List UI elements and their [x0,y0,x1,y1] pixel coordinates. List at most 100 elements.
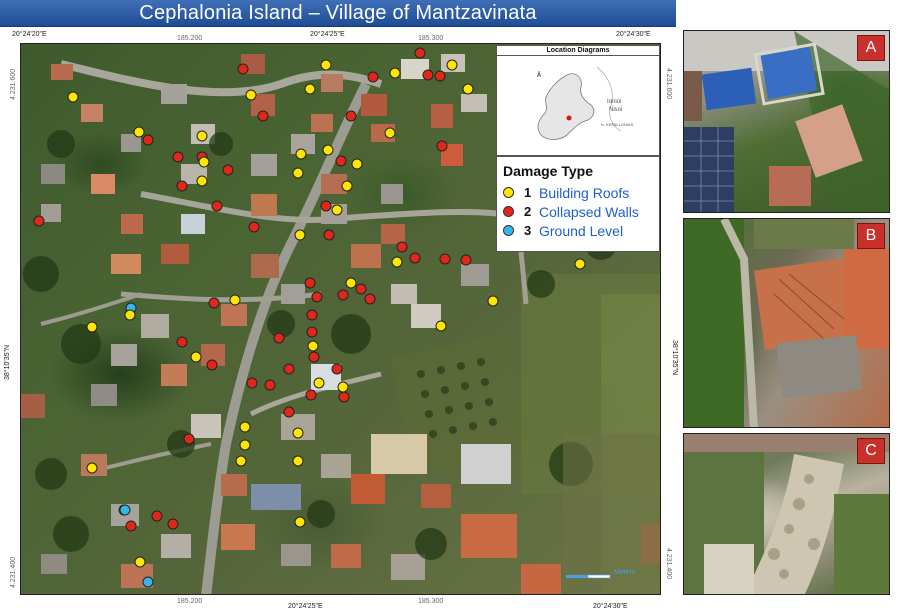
marker-collapsed-wall[interactable] [306,326,318,338]
marker-collapsed-wall[interactable] [283,406,295,418]
marker-building-roof[interactable] [124,309,136,321]
marker-building-roof[interactable] [67,91,79,103]
legend-num: 3 [524,223,532,238]
marker-building-roof[interactable] [134,556,146,568]
legend-label: Building Roofs [539,184,630,201]
marker-collapsed-wall[interactable] [345,110,357,122]
marker-building-roof[interactable] [389,67,401,79]
marker-building-roof[interactable] [351,158,363,170]
marker-building-roof[interactable] [190,351,202,363]
marker-building-roof[interactable] [294,516,306,528]
marker-collapsed-wall[interactable] [338,391,350,403]
marker-collapsed-wall[interactable] [33,215,45,227]
marker-building-roof[interactable] [307,340,319,352]
marker-collapsed-wall[interactable] [305,389,317,401]
coord-bottom-easting-2: 185.300 [418,598,444,605]
location-diagram: Location Diagrams Å Ionioi Nisoi N. KEFA… [496,45,660,156]
legend-title: Damage Type [503,163,593,179]
marker-building-roof[interactable] [462,83,474,95]
marker-collapsed-wall[interactable] [167,518,179,530]
legend-row-building-roofs: 1 Building Roofs [503,183,653,202]
marker-collapsed-wall[interactable] [246,377,258,389]
marker-building-roof[interactable] [196,175,208,187]
marker-building-roof[interactable] [446,59,458,71]
photo-c[interactable]: C [683,433,890,595]
marker-collapsed-wall[interactable] [222,164,234,176]
coord-left-northing-top: 4.231.600 [10,68,17,100]
marker-collapsed-wall[interactable] [460,254,472,266]
marker-collapsed-wall[interactable] [439,253,451,265]
marker-building-roof[interactable] [196,130,208,142]
coord-top-left-lon: 20°24'20"E [12,31,47,38]
marker-building-roof[interactable] [239,421,251,433]
marker-collapsed-wall[interactable] [264,379,276,391]
marker-building-roof[interactable] [341,180,353,192]
marker-building-roof[interactable] [295,148,307,160]
marker-ground-level[interactable] [142,576,154,588]
island-outline: Å [497,57,659,155]
marker-building-roof[interactable] [198,156,210,168]
marker-collapsed-wall[interactable] [151,510,163,522]
marker-building-roof[interactable] [304,83,316,95]
marker-collapsed-wall[interactable] [414,47,426,59]
marker-collapsed-wall[interactable] [434,70,446,82]
marker-collapsed-wall[interactable] [142,134,154,146]
marker-collapsed-wall[interactable] [335,155,347,167]
marker-collapsed-wall[interactable] [396,241,408,253]
marker-collapsed-wall[interactable] [172,151,184,163]
marker-building-roof[interactable] [322,144,334,156]
marker-collapsed-wall[interactable] [176,180,188,192]
marker-building-roof[interactable] [292,427,304,439]
coord-top-right-lon: 20°24'30"E [616,31,651,38]
marker-building-roof[interactable] [229,294,241,306]
marker-building-roof[interactable] [331,204,343,216]
marker-collapsed-wall[interactable] [176,336,188,348]
marker-collapsed-wall[interactable] [311,291,323,303]
photo-b[interactable]: B [683,218,890,428]
marker-building-roof[interactable] [574,258,586,270]
marker-building-roof[interactable] [435,320,447,332]
marker-collapsed-wall[interactable] [422,69,434,81]
marker-collapsed-wall[interactable] [273,332,285,344]
marker-collapsed-wall[interactable] [237,63,249,75]
sea-label-2: Nisoi [609,107,623,113]
marker-collapsed-wall[interactable] [211,200,223,212]
marker-collapsed-wall[interactable] [304,277,316,289]
marker-collapsed-wall[interactable] [308,351,320,363]
marker-collapsed-wall[interactable] [355,283,367,295]
marker-building-roof[interactable] [239,439,251,451]
marker-collapsed-wall[interactable] [320,200,332,212]
photo-a-tag: A [857,35,885,61]
marker-building-roof[interactable] [86,321,98,333]
marker-building-roof[interactable] [86,462,98,474]
marker-building-roof[interactable] [391,256,403,268]
marker-collapsed-wall[interactable] [183,433,195,445]
marker-collapsed-wall[interactable] [248,221,260,233]
marker-collapsed-wall[interactable] [306,309,318,321]
marker-building-roof[interactable] [294,229,306,241]
marker-collapsed-wall[interactable] [367,71,379,83]
marker-collapsed-wall[interactable] [364,293,376,305]
marker-collapsed-wall[interactable] [409,252,421,264]
marker-collapsed-wall[interactable] [337,289,349,301]
marker-collapsed-wall[interactable] [331,363,343,375]
marker-collapsed-wall[interactable] [208,297,220,309]
coord-bottom-lon-1: 20°24'25"E [288,603,323,610]
sea-label-1: Ionioi [607,99,622,105]
marker-collapsed-wall[interactable] [257,110,269,122]
marker-collapsed-wall[interactable] [436,140,448,152]
marker-collapsed-wall[interactable] [206,359,218,371]
marker-building-roof[interactable] [292,455,304,467]
marker-building-roof[interactable] [384,127,396,139]
marker-building-roof[interactable] [292,167,304,179]
marker-building-roof[interactable] [235,455,247,467]
marker-collapsed-wall[interactable] [283,363,295,375]
marker-collapsed-wall[interactable] [323,229,335,241]
marker-building-roof[interactable] [245,89,257,101]
photo-a[interactable]: A [683,30,890,213]
marker-ground-level[interactable] [119,504,131,516]
marker-building-roof[interactable] [487,295,499,307]
marker-building-roof[interactable] [320,59,332,71]
marker-collapsed-wall[interactable] [125,520,137,532]
marker-building-roof[interactable] [313,377,325,389]
